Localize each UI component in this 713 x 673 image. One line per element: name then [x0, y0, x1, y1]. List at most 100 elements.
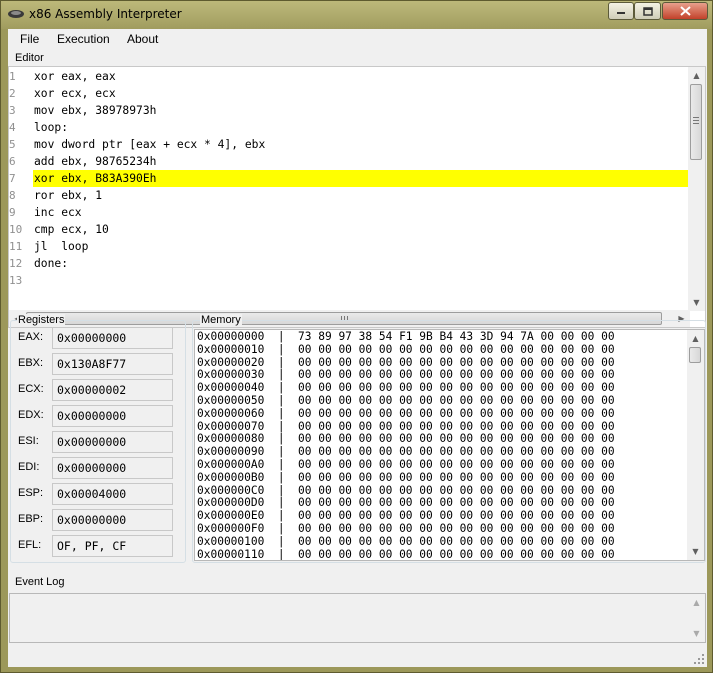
code-text[interactable]: done: [34, 255, 68, 272]
event-log-label: Event Log [14, 576, 66, 588]
line-number: 8 [9, 189, 16, 202]
memory-view[interactable]: 0x00000000 | 73 89 97 38 54 F1 9B B4 43 … [194, 329, 705, 561]
code-line[interactable]: 4 loop: [9, 119, 689, 136]
code-line[interactable]: 3 mov ebx, 38978973h [9, 102, 689, 119]
memory-row[interactable]: 0x00000000 | 73 89 97 38 54 F1 9B B4 43 … [197, 330, 615, 344]
register-name: EBX: [18, 357, 44, 369]
close-button[interactable] [662, 2, 708, 20]
line-number: 10 [9, 223, 23, 236]
code-line[interactable]: 11 jl loop [9, 238, 689, 255]
menu-execution[interactable]: Execution [57, 32, 110, 46]
client-area: File Execution About Editor 1 xor eax, ea… [8, 29, 707, 667]
scroll-down-arrow-icon[interactable]: ▼ [688, 294, 705, 311]
code-line[interactable]: 6 add ebx, 98765234h [9, 153, 689, 170]
line-number: 12 [9, 257, 23, 270]
code-line[interactable]: 9 inc ecx [9, 204, 689, 221]
code-editor[interactable]: 1 xor eax, eax 2 xor ecx, ecx 3 mov ebx, 3897… [8, 66, 706, 328]
memory-vscroll-thumb[interactable] [689, 347, 701, 363]
close-icon [679, 6, 691, 16]
register-name: ESP: [18, 487, 44, 499]
code-text[interactable]: jl loop [34, 238, 88, 255]
line-number: 4 [9, 121, 16, 134]
minimize-button[interactable] [608, 2, 634, 20]
memory-row[interactable]: 0x00000110 | 00 00 00 00 00 00 00 00 00 … [197, 548, 615, 560]
code-line[interactable]: 1 xor eax, eax [9, 68, 689, 85]
code-text[interactable]: xor ecx, ecx [34, 85, 116, 102]
line-number: 2 [9, 87, 16, 100]
editor-vertical-scrollbar[interactable]: ▲ ▼ [688, 67, 705, 311]
title-bar[interactable]: x86 Assembly Interpreter [1, 1, 712, 29]
memory-row[interactable]: 0x00000010 | 00 00 00 00 00 00 00 00 00 … [197, 343, 615, 357]
code-text[interactable]: mov dword ptr [eax + ecx * 4], ebx [34, 136, 265, 153]
register-name: ECX: [18, 383, 44, 395]
menu-bar: File Execution About [8, 29, 707, 51]
register-value-field[interactable]: 0x00000000 [52, 509, 173, 531]
app-window: x86 Assembly Interpreter File Execution … [0, 0, 713, 673]
code-text[interactable]: add ebx, 98765234h [34, 153, 156, 170]
code-line[interactable]: 13 [9, 272, 689, 289]
maximize-icon [642, 6, 653, 16]
memory-row[interactable]: 0x000000A0 | 00 00 00 00 00 00 00 00 00 … [197, 458, 615, 472]
scroll-up-arrow-icon[interactable]: ▲ [688, 67, 705, 84]
line-number: 11 [9, 240, 23, 253]
code-line[interactable]: 10 cmp ecx, 10 [9, 221, 689, 238]
register-name: EAX: [18, 331, 44, 343]
memory-label: Memory [200, 314, 242, 326]
register-value-field[interactable]: 0x00000000 [52, 431, 173, 453]
editor-vscroll-thumb[interactable] [690, 84, 702, 160]
code-text[interactable]: mov ebx, 38978973h [34, 102, 156, 119]
register-value-field[interactable]: OF, PF, CF [52, 535, 173, 557]
line-number: 3 [9, 104, 16, 117]
code-text[interactable]: xor eax, eax [34, 68, 116, 85]
register-value-field[interactable]: 0x00000000 [52, 457, 173, 479]
memory-row[interactable]: 0x00000100 | 00 00 00 00 00 00 00 00 00 … [197, 535, 615, 549]
menu-file[interactable]: File [20, 32, 39, 46]
memory-row[interactable]: 0x00000060 | 00 00 00 00 00 00 00 00 00 … [197, 407, 615, 421]
register-name: EFL: [18, 539, 42, 551]
register-value-field[interactable]: 0x130A8F77 [52, 353, 173, 375]
event-log[interactable]: ▲ ▼ [9, 593, 706, 643]
minimize-icon [617, 12, 625, 14]
register-name: EDX: [18, 409, 44, 421]
code-text[interactable]: loop: [34, 119, 68, 136]
memory-vertical-scrollbar[interactable]: ▲ ▼ [687, 330, 704, 560]
scroll-down-arrow-icon[interactable]: ▼ [688, 625, 705, 642]
memory-row[interactable]: 0x000000F0 | 00 00 00 00 00 00 00 00 00 … [197, 522, 615, 536]
code-text[interactable]: xor ebx, B83A390Eh [34, 170, 156, 187]
register-name: EBP: [18, 513, 44, 525]
event-log-vertical-scrollbar[interactable]: ▲ ▼ [688, 594, 705, 642]
scroll-up-arrow-icon[interactable]: ▲ [688, 594, 705, 611]
scroll-down-arrow-icon[interactable]: ▼ [687, 543, 704, 560]
line-number: 13 [9, 274, 23, 287]
status-bar [8, 648, 707, 667]
memory-row[interactable]: 0x000000B0 | 00 00 00 00 00 00 00 00 00 … [197, 471, 615, 485]
line-number: 5 [9, 138, 16, 151]
code-text[interactable]: cmp ecx, 10 [34, 221, 109, 238]
resize-grip-icon[interactable] [693, 653, 705, 665]
code-text[interactable]: ror ebx, 1 [34, 187, 102, 204]
line-number: 7 [9, 172, 16, 185]
line-number: 6 [9, 155, 16, 168]
memory-row[interactable]: 0x00000050 | 00 00 00 00 00 00 00 00 00 … [197, 394, 615, 408]
code-line[interactable]: 7 xor ebx, B83A390Eh [9, 170, 689, 187]
register-value-field[interactable]: 0x00000000 [52, 405, 173, 427]
app-icon [8, 10, 24, 18]
maximize-button[interactable] [634, 2, 661, 20]
menu-about[interactable]: About [127, 32, 158, 46]
register-name: EDI: [18, 461, 40, 473]
register-value-field[interactable]: 0x00004000 [52, 483, 173, 505]
line-number: 9 [9, 206, 16, 219]
code-line[interactable]: 5 mov dword ptr [eax + ecx * 4], ebx [9, 136, 689, 153]
code-line[interactable]: 12 done: [9, 255, 689, 272]
register-value-field[interactable]: 0x00000002 [52, 379, 173, 401]
code-text[interactable]: inc ecx [34, 204, 82, 221]
registers-label: Registers [17, 314, 66, 326]
line-number: 1 [9, 70, 16, 83]
window-title: x86 Assembly Interpreter [29, 7, 182, 21]
scroll-up-arrow-icon[interactable]: ▲ [687, 330, 704, 347]
editor-label: Editor [14, 52, 45, 64]
register-value-field[interactable]: 0x00000000 [52, 327, 173, 349]
code-line[interactable]: 2 xor ecx, ecx [9, 85, 689, 102]
register-name: ESI: [18, 435, 39, 447]
code-line[interactable]: 8 ror ebx, 1 [9, 187, 689, 204]
